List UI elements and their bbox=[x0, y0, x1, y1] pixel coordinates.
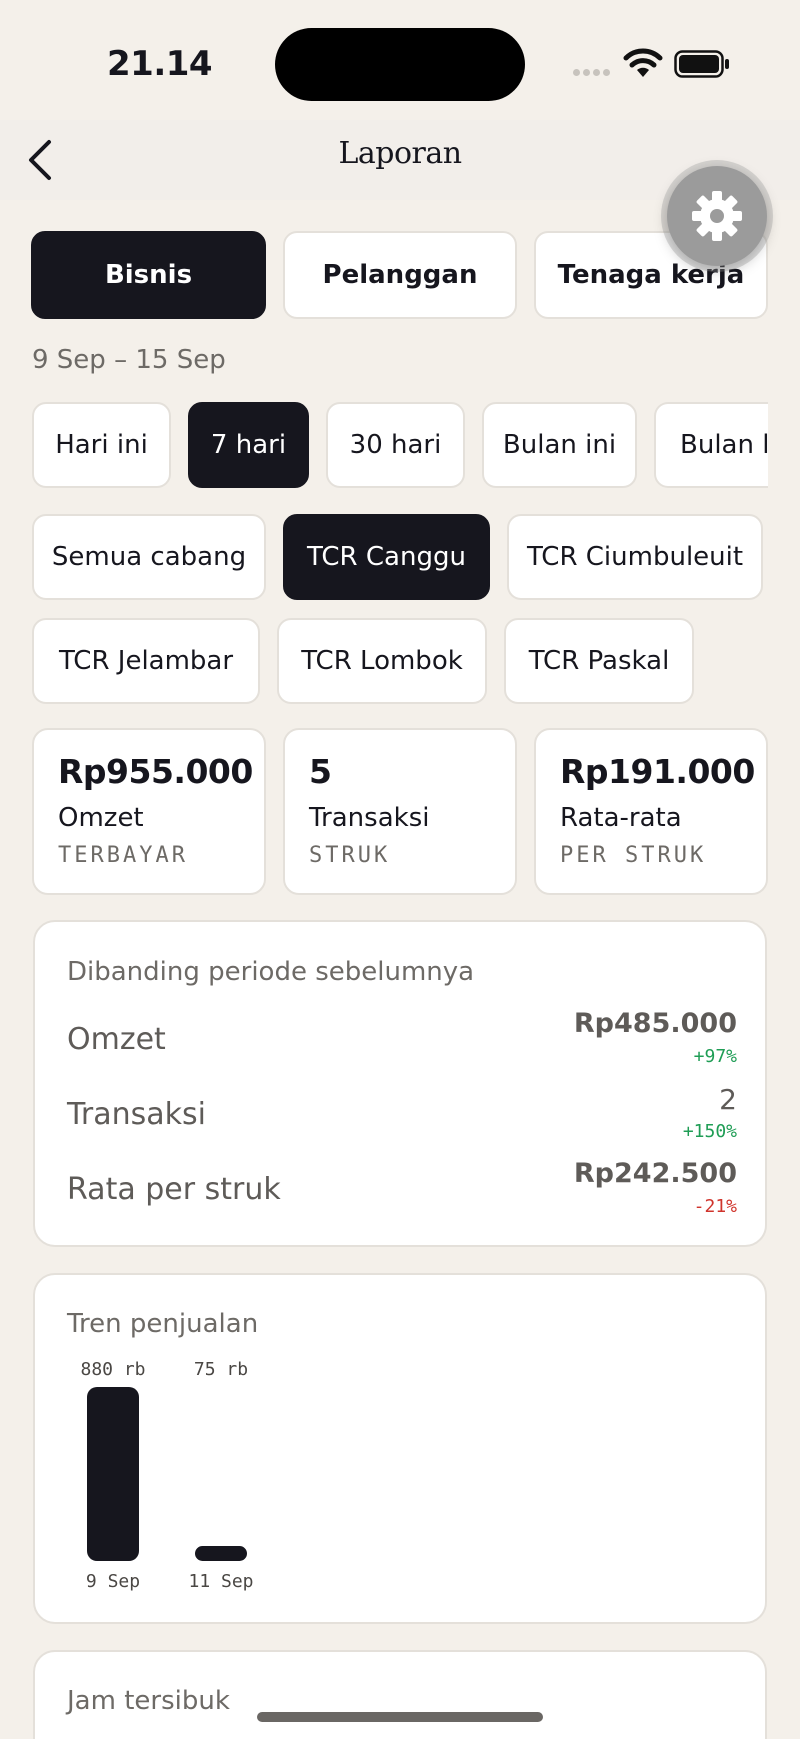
bar-category-label: 11 Sep bbox=[188, 1571, 254, 1592]
stat-sub: TERBAYAR bbox=[58, 843, 188, 868]
status-bar: 21.14 bbox=[0, 0, 800, 130]
dynamic-island bbox=[275, 28, 525, 101]
stat-sub: PER STRUK bbox=[560, 843, 707, 868]
trend-bar[interactable] bbox=[195, 1546, 247, 1561]
bar-value-label: 75 rb bbox=[193, 1359, 249, 1380]
comparison-label: Omzet bbox=[67, 1022, 166, 1057]
busiest-hours-title: Jam tersibuk bbox=[67, 1686, 230, 1716]
branch-chip-tcr-lombok[interactable]: TCR Lombok bbox=[277, 618, 487, 704]
stat-label: Rata-rata bbox=[560, 803, 682, 833]
trend-bar[interactable] bbox=[87, 1387, 139, 1561]
tab-bisnis[interactable]: Bisnis bbox=[31, 231, 266, 319]
busiest-hours-card: Jam tersibuk bbox=[33, 1650, 767, 1739]
comparison-value: Rp242.500 bbox=[573, 1158, 737, 1189]
period-chip-hari-ini[interactable]: Hari ini bbox=[32, 402, 171, 488]
comparison-value: Rp485.000 bbox=[573, 1008, 737, 1039]
stat-sub: STRUK bbox=[309, 843, 391, 868]
cellular-signal-icon bbox=[573, 69, 613, 79]
comparison-delta: +150% bbox=[682, 1121, 737, 1142]
bar-category-label: 9 Sep bbox=[85, 1571, 141, 1592]
date-range: 9 Sep – 15 Sep bbox=[32, 345, 226, 375]
status-time: 21.14 bbox=[107, 44, 213, 84]
battery-icon bbox=[674, 50, 729, 78]
comparison-delta: -21% bbox=[693, 1196, 737, 1217]
branch-chip-semua-cabang[interactable]: Semua cabang bbox=[32, 514, 266, 600]
stat-card-omzet: Rp955.000 Omzet TERBAYAR bbox=[32, 728, 266, 895]
page-title: Laporan bbox=[338, 136, 462, 171]
period-chip-30-hari[interactable]: 30 hari bbox=[326, 402, 465, 488]
comparison-label: Transaksi bbox=[67, 1097, 206, 1132]
branch-chip-tcr-ciumbuleuit[interactable]: TCR Ciumbuleuit bbox=[507, 514, 763, 600]
comparison-row-omzet: Omzet Rp485.000 +97% bbox=[67, 1008, 737, 1078]
branch-chip-tcr-canggu[interactable]: TCR Canggu bbox=[283, 514, 490, 600]
trend-title: Tren penjualan bbox=[67, 1309, 259, 1339]
home-indicator bbox=[257, 1712, 543, 1722]
comparison-label: Rata per struk bbox=[67, 1172, 281, 1207]
comparison-delta: +97% bbox=[693, 1046, 737, 1067]
period-chip-7-hari[interactable]: 7 hari bbox=[188, 402, 309, 488]
stat-label: Omzet bbox=[58, 803, 144, 833]
comparison-value: 2 bbox=[719, 1083, 737, 1116]
branch-chip-tcr-jelambar[interactable]: TCR Jelambar bbox=[32, 618, 260, 704]
stat-card-transaksi: 5 Transaksi STRUK bbox=[283, 728, 517, 895]
trend-card: Tren penjualan 880 rb 9 Sep 75 rb 11 Sep bbox=[33, 1273, 767, 1624]
comparison-title: Dibanding periode sebelumnya bbox=[67, 957, 475, 987]
comparison-row-rata-per-struk: Rata per struk Rp242.500 -21% bbox=[67, 1158, 737, 1228]
settings-button[interactable] bbox=[667, 166, 767, 266]
stat-value: 5 bbox=[309, 752, 332, 791]
bar-value-label: 880 rb bbox=[80, 1359, 146, 1380]
stat-value: Rp955.000 bbox=[58, 752, 253, 791]
tab-pelanggan[interactable]: Pelanggan bbox=[283, 231, 517, 319]
wifi-icon bbox=[623, 48, 663, 77]
stat-label: Transaksi bbox=[309, 803, 430, 833]
comparison-card: Dibanding periode sebelumnya Omzet Rp485… bbox=[33, 920, 767, 1247]
gear-icon bbox=[692, 191, 742, 241]
stat-value: Rp191.000 bbox=[560, 752, 755, 791]
branch-chip-tcr-paskal[interactable]: TCR Paskal bbox=[504, 618, 694, 704]
period-chip-bulan-lalu[interactable]: Bulan la bbox=[654, 402, 768, 488]
comparison-row-transaksi: Transaksi 2 +150% bbox=[67, 1083, 737, 1153]
period-chip-bulan-ini[interactable]: Bulan ini bbox=[482, 402, 637, 488]
stat-card-rata-rata: Rp191.000 Rata-rata PER STRUK bbox=[534, 728, 768, 895]
